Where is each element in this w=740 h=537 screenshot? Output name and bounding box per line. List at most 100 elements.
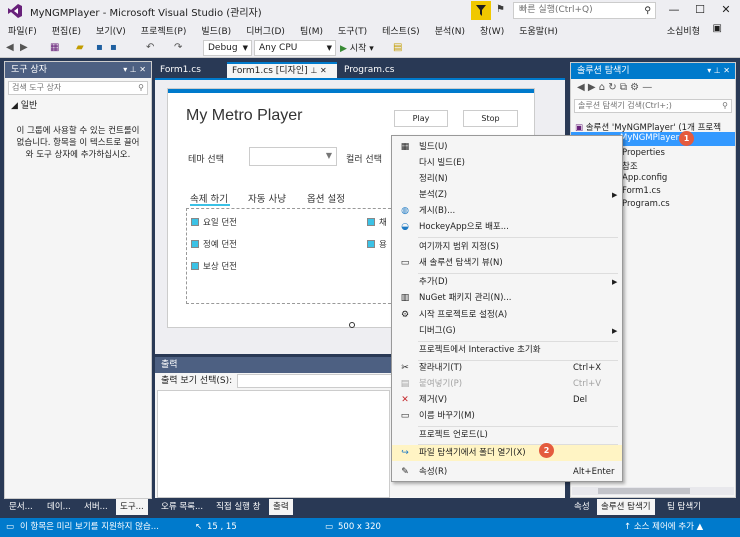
tab-output[interactable]: 출력 [269,499,293,515]
node-form1-cs[interactable]: Form1.cs [622,186,661,196]
menu-item-nuget[interactable]: ▥ NuGet 패키지 관리(N)... [392,290,622,306]
menu-item-cut[interactable]: ✂ 잘라내기(T) Ctrl+X [392,360,622,376]
maximize-button[interactable]: ☐ [690,3,710,16]
project-node[interactable]: MyNGMPlayer [620,133,679,143]
back-icon[interactable]: ◀ [6,42,14,53]
menu-item-open-in-explorer[interactable]: ↪ 파일 탐색기에서 폴더 열기(X) [392,445,622,461]
menu-item-interactive[interactable]: 프로젝트에서 Interactive 초기화 [392,342,622,358]
tab-properties[interactable]: 속성 [570,499,594,515]
toolbox-title: 도구 상자 [11,65,47,75]
menu-tools[interactable]: 도구(T) [330,24,374,37]
open-folder-icon[interactable]: ▰ [76,42,84,53]
undo-icon[interactable]: ↶ [146,42,154,53]
menu-item-build[interactable]: ▦ 빌드(U) [392,139,622,155]
menu-item-paste[interactable]: ▤ 붙여넣기(P) Ctrl+V [392,376,622,392]
feedback-filter-button[interactable] [471,1,491,20]
node-references[interactable]: 참조 [622,160,638,172]
menu-item-set-startup[interactable]: ⚙ 시작 프로젝트로 설정(A) [392,307,622,323]
close-button[interactable]: ✕ [716,3,736,16]
tab-immediate-window[interactable]: 직접 실행 창 [212,499,265,515]
menu-item-analyze[interactable]: 분석(Z) ▶ [392,187,622,203]
resize-handle[interactable] [349,322,355,328]
tab-server-explorer[interactable]: 서버... [80,499,112,515]
menu-item-properties[interactable]: ✎ 속성(R) Alt+Enter [392,464,622,480]
new-project-icon[interactable]: ▦ [50,42,59,53]
forward-icon[interactable]: ▶ [20,42,28,53]
source-control-button[interactable]: ↑ 소스 제어에 추가 ▲ [624,518,703,537]
menu-item-rebuild[interactable]: 다시 빌드(E) [392,155,622,171]
theme-select[interactable]: ▼ [249,147,337,166]
solution-config-select[interactable]: Debug ▼ [203,40,252,56]
menu-edit[interactable]: 편집(E) [44,24,88,37]
menu-item-debug[interactable]: 디버그(G) ▶ [392,323,622,339]
menu-item-publish[interactable]: ◍ 게시(B)... [392,203,622,219]
checkbox-right-1[interactable]: 채 [367,216,387,228]
menu-team[interactable]: 팀(M) [292,24,330,37]
title-bar: MyNGMPlayer - Microsoft Visual Studio (관… [0,0,740,22]
menu-item-clean[interactable]: 정리(N) [392,171,622,187]
stop-button[interactable]: Stop [463,110,518,127]
user-name[interactable]: 소십비형 [667,24,700,37]
tab-error-list[interactable]: 오류 목록... [157,499,207,515]
minimize-button[interactable]: — [664,3,684,16]
redo-icon[interactable]: ↷ [174,42,182,53]
tab-document-outline[interactable]: 문서... [5,499,37,515]
toolbox-search-input[interactable]: 검색 도구 상자 ⚲ [8,81,148,95]
output-text-area[interactable] [157,390,390,498]
node-program-cs[interactable]: Program.cs [622,199,670,209]
pin-icon[interactable]: ▾ ⊥ ✕ [707,63,730,79]
menu-item-add[interactable]: 추가(D) ▶ [392,274,622,290]
quick-launch-input[interactable]: 빠른 실행(Ctrl+Q) ⚲ [513,2,656,19]
tab-toolbox[interactable]: 도구... [116,499,148,515]
user-avatar-icon[interactable]: ▣ [713,23,722,34]
form-size: 500 x 320 [338,522,381,532]
tab-form1-cs[interactable]: Form1.cs [155,62,225,78]
save-icon[interactable]: ▪ [96,42,103,53]
tab-options[interactable]: 옵션 설정 [307,191,345,205]
menu-view[interactable]: 보기(V) [88,24,133,37]
menu-build[interactable]: 빌드(B) [193,24,238,37]
pin-icon[interactable]: ⊥ ✕ [311,66,327,75]
notification-flag-icon[interactable]: ⚑ [496,4,505,15]
menu-item-hockeyapp[interactable]: ◒ HockeyApp으로 배포... [392,219,622,235]
output-source-select[interactable] [237,374,397,388]
menu-analyze[interactable]: 분석(N) [427,24,472,37]
back-icon[interactable]: ◀ ▶ ⌂ ↻ ⧉ ⚙ — [577,82,652,93]
checkbox-daily-dungeon[interactable]: 요일 던전 [191,216,237,228]
menu-item-new-explorer-view[interactable]: ▭ 새 솔루션 탐색기 뷰(N) [392,255,622,271]
checkbox-box [367,240,375,248]
menu-help[interactable]: 도움말(H) [511,24,565,37]
solution-search-input[interactable]: 솔루션 탐색기 검색(Ctrl+;) ⚲ [574,99,732,113]
scrollbar-thumb[interactable] [598,488,690,494]
pin-icon[interactable]: ▾ ⊥ ✕ [123,62,146,78]
tab-auto-hunt[interactable]: 자동 사냥 [248,191,286,205]
tab-team-explorer[interactable]: 팀 탐색기 [663,499,705,515]
menu-test[interactable]: 테스트(S) [374,24,427,37]
menu-window[interactable]: 창(W) [472,24,511,37]
form-title-label: My Metro Player [186,107,303,124]
tab-solution-explorer[interactable]: 솔루션 탐색기 [597,499,655,515]
save-all-icon[interactable]: ▪ [110,42,117,53]
platform-select[interactable]: Any CPU ▼ [254,40,336,56]
menu-item-remove[interactable]: ✕ 제거(V) Del [392,392,622,408]
toolbar-extra-icon[interactable]: ▤ [393,42,402,53]
menu-item-unload-project[interactable]: 프로젝트 언로드(L) [392,427,622,443]
menu-item-scope-to-this[interactable]: 여기까지 범위 지정(S) [392,239,622,255]
checkbox-right-2[interactable]: 용 [367,238,387,250]
start-button[interactable]: ▶ 시작 ▾ [340,41,374,54]
menu-item-rename[interactable]: ▭ 이름 바꾸기(M) [392,408,622,424]
checkbox-reward-dungeon[interactable]: 보상 던전 [191,260,237,272]
horizontal-scrollbar[interactable] [572,487,734,495]
menu-debug[interactable]: 디버그(D) [238,24,292,37]
node-app-config[interactable]: App.config [622,173,667,183]
checkbox-elite-dungeon[interactable]: 정예 던전 [191,238,237,250]
tab-form1-designer[interactable]: Form1.cs [디자인] ⊥ ✕ [227,62,337,78]
tab-auto-farm[interactable]: 속제 하기 [190,191,228,205]
tab-data-sources[interactable]: 데이... [43,499,75,515]
play-button[interactable]: Play [394,110,448,127]
toolbox-group-general[interactable]: ◢ 일반 [5,98,151,111]
menu-file[interactable]: 파일(F) [0,24,44,37]
menu-project[interactable]: 프로젝트(P) [133,24,194,37]
tab-program-cs[interactable]: Program.cs [339,62,419,78]
node-properties[interactable]: Properties [622,148,665,158]
